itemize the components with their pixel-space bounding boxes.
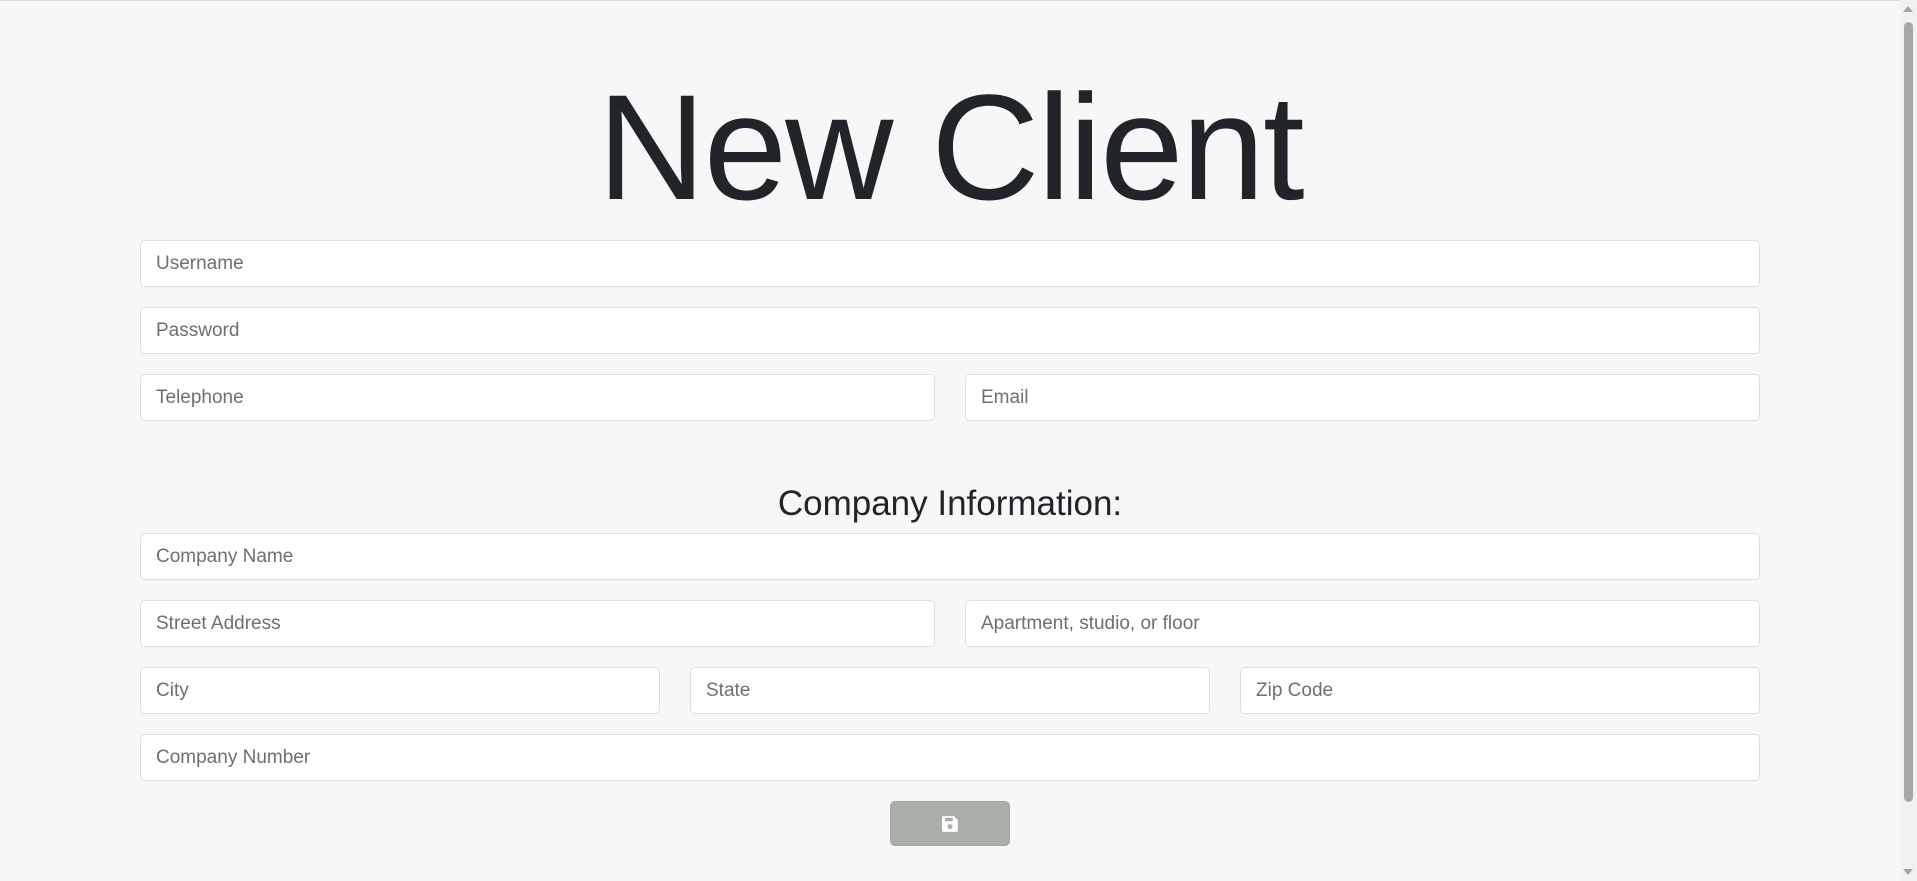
vertical-scrollbar[interactable] (1900, 0, 1917, 881)
scroll-up-arrow-icon[interactable] (1903, 6, 1913, 12)
company-number-input[interactable] (140, 734, 1760, 781)
city-input[interactable] (140, 667, 660, 714)
floppy-disk-icon (941, 815, 959, 833)
save-button[interactable] (890, 801, 1010, 846)
apartment-input[interactable] (965, 600, 1760, 647)
company-name-input[interactable] (140, 533, 1760, 580)
username-input[interactable] (140, 240, 1760, 287)
top-divider (0, 0, 1900, 1)
password-input[interactable] (140, 307, 1760, 354)
telephone-input[interactable] (140, 374, 935, 421)
state-input[interactable] (690, 667, 1210, 714)
street-address-input[interactable] (140, 600, 935, 647)
email-input[interactable] (965, 374, 1760, 421)
page-title: New Client (597, 63, 1304, 231)
company-section-title: Company Information: (777, 484, 1123, 523)
scroll-thumb[interactable] (1904, 22, 1913, 802)
scroll-down-arrow-icon[interactable] (1903, 869, 1913, 875)
page: New Client Company Information: (0, 0, 1917, 881)
zip-code-input[interactable] (1240, 667, 1760, 714)
